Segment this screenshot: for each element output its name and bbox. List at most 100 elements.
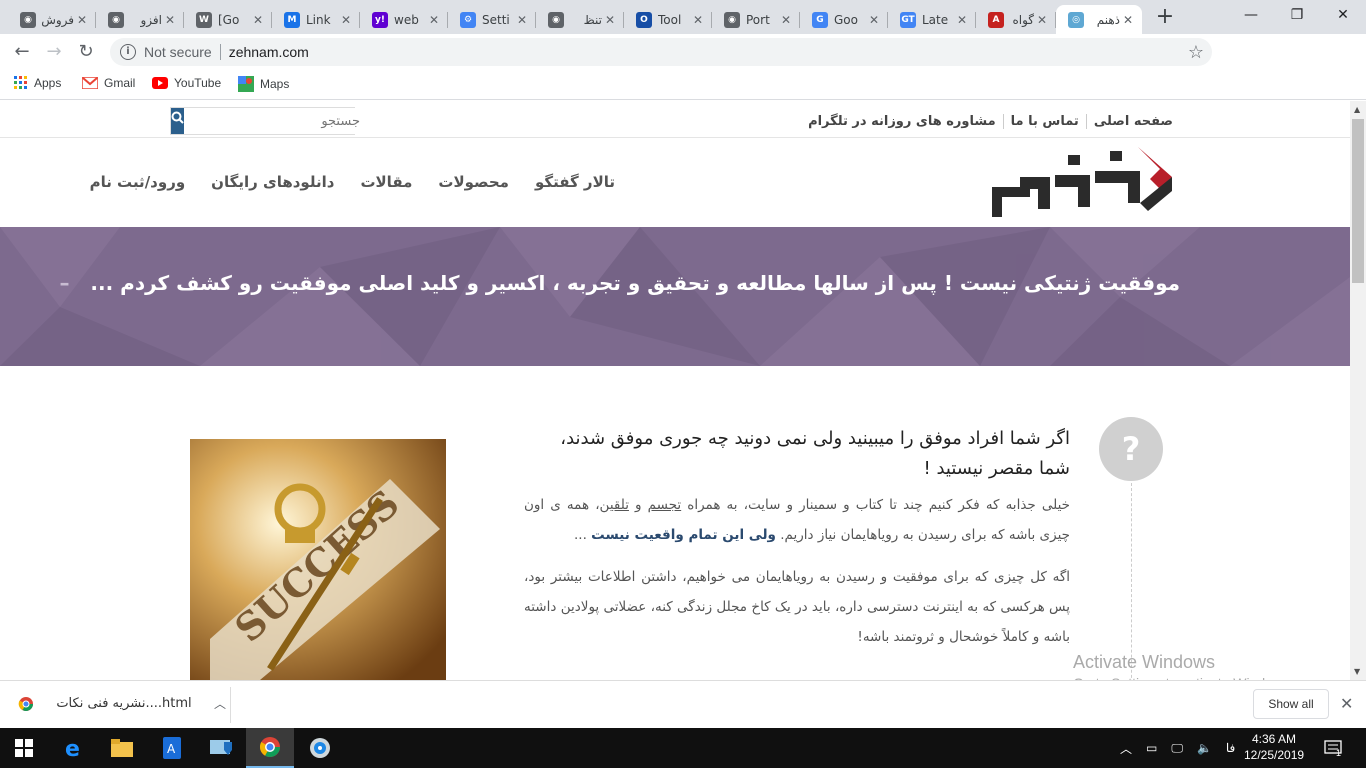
success-key-image: SUCCESS (190, 439, 446, 680)
download-bar: نشریه فنی نکات....html ︿ Show all ✕ (0, 680, 1366, 728)
minimize-button[interactable]: — (1228, 0, 1274, 30)
nav-articles[interactable]: مقالات (360, 173, 412, 191)
bookmark-apps[interactable]: Apps (14, 76, 61, 90)
browser-tab[interactable]: A گواه ✕ (976, 5, 1056, 34)
p1-text-d: ... (574, 527, 592, 543)
nav-products[interactable]: محصولات (438, 173, 509, 191)
chevron-up-icon[interactable]: ︿ (214, 695, 226, 712)
show-all-button[interactable]: Show all (1253, 689, 1329, 719)
tab-close-icon[interactable]: ✕ (954, 13, 970, 27)
network-icon[interactable]: 🖵 (1171, 741, 1183, 756)
browser-tab[interactable]: ◉ افزو ✕ (96, 5, 184, 34)
search-input[interactable] (184, 108, 366, 134)
bookmark-youtube[interactable]: YouTube (152, 76, 221, 90)
address-bar[interactable]: i Not secure zehnam.com ☆ (110, 38, 1212, 66)
tab-close-icon[interactable]: ✕ (514, 13, 530, 27)
p1-link-visualization[interactable]: تجسم (648, 497, 682, 513)
reload-icon[interactable]: ↻ (72, 38, 100, 66)
tab-close-icon[interactable]: ✕ (690, 13, 706, 27)
top-link-contact[interactable]: تماس با ما (1002, 114, 1086, 129)
bookmark-label: Apps (34, 76, 62, 90)
media-player-icon[interactable] (296, 728, 344, 768)
page-scrollbar[interactable]: ▲ ▼ (1350, 101, 1366, 680)
url-text[interactable]: zehnam.com (229, 44, 309, 60)
tab-close-icon[interactable]: ✕ (602, 13, 618, 27)
edge-icon[interactable]: e (50, 728, 98, 768)
bookmark-maps[interactable]: Maps (238, 76, 289, 92)
browser-tab[interactable]: M Link ✕ (272, 5, 360, 34)
tab-close-icon[interactable]: ✕ (426, 13, 442, 27)
maps-icon (238, 76, 254, 92)
top-link-telegram[interactable]: مشاوره های روزانه در تلگرام (801, 114, 1003, 129)
info-icon[interactable]: i (120, 44, 136, 60)
browser-tab[interactable]: ⚙ Setti ✕ (448, 5, 536, 34)
scroll-thumb[interactable] (1352, 119, 1364, 283)
scroll-down-icon[interactable]: ▼ (1354, 667, 1360, 676)
browser-tab[interactable]: G Goo ✕ (800, 5, 888, 34)
notification-center[interactable]: 1 (1324, 728, 1342, 768)
close-window-button[interactable]: ✕ (1320, 0, 1366, 30)
defender-icon[interactable] (198, 728, 246, 768)
p1-link-suggestion[interactable]: تلقین (600, 497, 629, 513)
timeline-divider (1131, 483, 1132, 680)
new-tab-button[interactable]: + (1152, 5, 1178, 31)
windows-start-icon[interactable] (0, 728, 48, 768)
close-icon[interactable]: ✕ (1340, 694, 1353, 713)
tab-favicon-icon: ◎ (1068, 11, 1084, 28)
browser-tab[interactable]: O Tool ✕ (624, 5, 712, 34)
tab-close-icon[interactable]: ✕ (74, 13, 90, 27)
tab-close-icon[interactable]: ✕ (1034, 13, 1050, 27)
tab-title: تنظ (583, 12, 602, 27)
scroll-up-icon[interactable]: ▲ (1354, 105, 1360, 114)
hero-headline: موفقیت ژنتیکی نیست ! پس از سالها مطالعه … (90, 271, 1180, 295)
browser-tab[interactable]: ◉ تنظ ✕ (536, 5, 624, 34)
app-store-icon[interactable]: A (148, 728, 196, 768)
bookmark-star-icon[interactable]: ☆ (1188, 42, 1204, 63)
nav-forum[interactable]: تالار گفتگو (535, 173, 615, 191)
top-link-home[interactable]: صفحه اصلی (1085, 114, 1180, 129)
tab-title: Tool (658, 12, 682, 27)
tab-close-icon[interactable]: ✕ (1120, 13, 1136, 27)
clock[interactable]: 4:36 AM 12/25/2019 (1244, 731, 1304, 763)
tab-close-icon[interactable]: ✕ (778, 13, 794, 27)
clock-time: 4:36 AM (1251, 732, 1297, 746)
volume-icon[interactable]: 🔈 (1197, 741, 1212, 755)
language-indicator[interactable]: فا (1226, 741, 1235, 755)
bookmark-gmail[interactable]: Gmail (82, 76, 135, 90)
nav-free-downloads[interactable]: دانلودهای رایگان (211, 173, 334, 191)
browser-tab[interactable]: ◉ Port ✕ (712, 5, 800, 34)
battery-icon[interactable]: ▭ (1146, 741, 1157, 755)
tab-close-icon[interactable]: ✕ (866, 13, 882, 27)
browser-tab[interactable]: GT Late ✕ (888, 5, 976, 34)
tab-close-icon[interactable]: ✕ (162, 13, 178, 27)
hero-text: موفقیت ژنتیکی نیست ! پس از سالها مطالعه … (59, 271, 1180, 295)
question-icon: ? (1099, 417, 1163, 481)
browser-tab[interactable]: W [Go ✕ (184, 5, 272, 34)
download-filename[interactable]: نشریه فنی نکات....html (44, 696, 204, 711)
chevron-up-icon[interactable]: ︿ (1120, 740, 1132, 757)
tab-close-icon[interactable]: ✕ (338, 13, 354, 27)
back-icon[interactable]: ← (8, 38, 36, 66)
nav-login[interactable]: ورود/ثبت نام (90, 173, 186, 191)
bookmark-label: Gmail (104, 76, 136, 90)
tab-title: فروش (42, 12, 74, 27)
security-label[interactable]: Not secure (144, 44, 212, 60)
browser-tab[interactable]: ◎ ذهنم ✕ (1056, 5, 1142, 34)
tab-favicon-icon: GT (900, 11, 916, 28)
hero-pattern (0, 227, 1350, 366)
file-explorer-icon[interactable] (98, 728, 146, 768)
search-icon[interactable] (171, 108, 184, 134)
chrome-taskbar-icon[interactable] (246, 728, 294, 768)
tab-favicon-icon: ◉ (108, 11, 124, 28)
article-paragraph-1: خیلی جذابه که فکر کنیم چند تا کتاب و سمی… (524, 490, 1070, 550)
browser-tab[interactable]: y! web ✕ (360, 5, 448, 34)
forward-icon[interactable]: → (40, 38, 68, 66)
site-logo[interactable] (990, 147, 1172, 225)
tab-title: Setti (482, 12, 510, 27)
bookmarks-bar: Apps Gmail YouTube Maps (0, 70, 1366, 100)
svg-text:e: e (65, 737, 80, 759)
browser-tab[interactable]: ◉ فروش ✕ (8, 5, 96, 34)
tab-close-icon[interactable]: ✕ (250, 13, 266, 27)
download-item[interactable]: نشریه فنی نکات....html ︿ (18, 695, 226, 712)
maximize-button[interactable]: ❐ (1274, 0, 1320, 30)
